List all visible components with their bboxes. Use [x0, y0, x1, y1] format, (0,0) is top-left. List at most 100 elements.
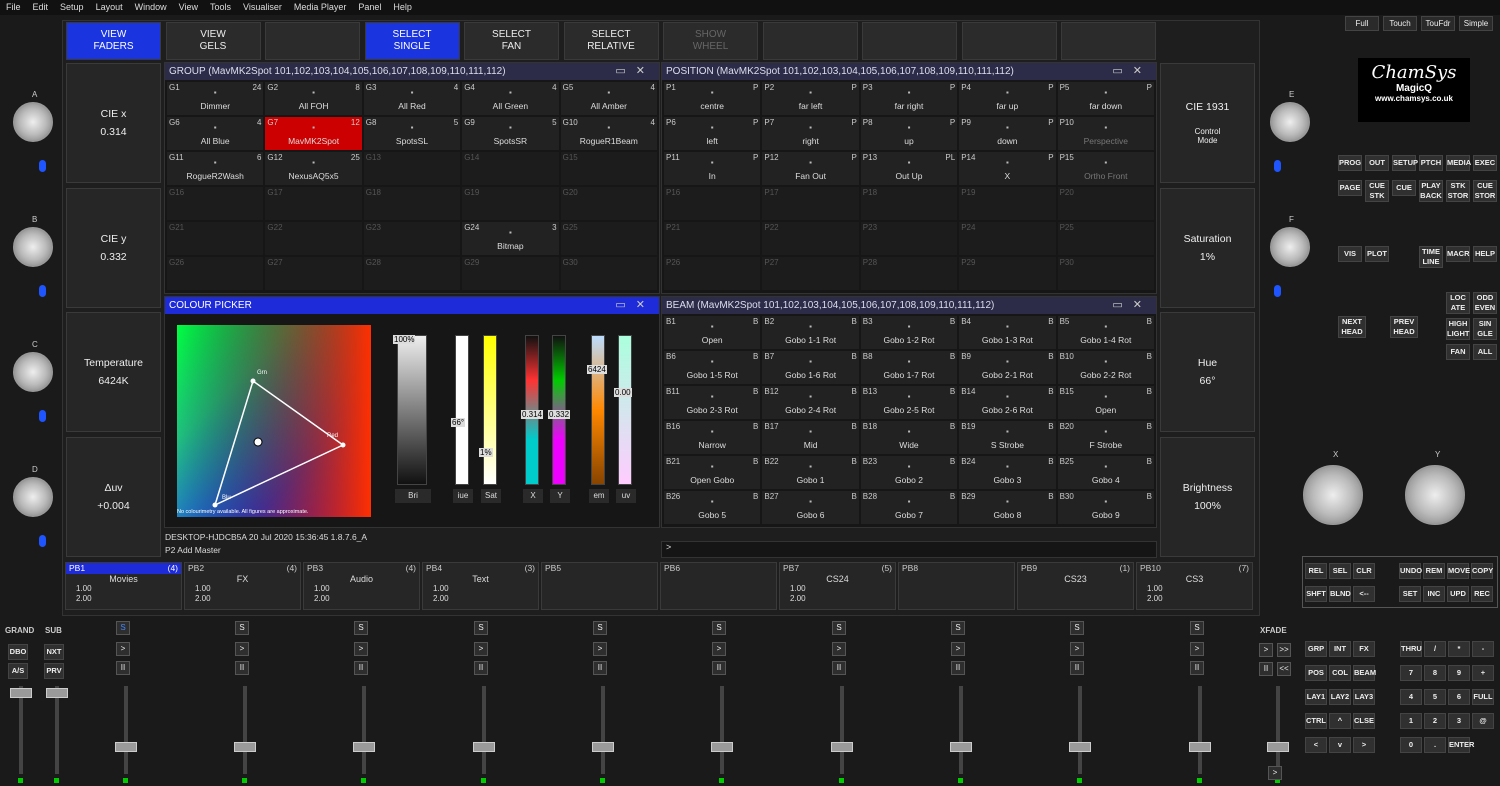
command-line[interactable]: >: [661, 541, 1157, 558]
group-cell[interactable]: G13: [363, 152, 461, 185]
fader-pause-button-5[interactable]: II: [474, 661, 488, 675]
attr-key-14[interactable]: >: [1353, 737, 1375, 753]
group-window-window-controls[interactable]: ▭✕: [615, 63, 655, 80]
fader-track-3[interactable]: [243, 686, 247, 774]
fader-pause-button-4[interactable]: II: [354, 661, 368, 675]
beam-cell[interactable]: B2 B ▪ Gobo 1-1 Rot: [762, 316, 859, 349]
fader-s-button-10[interactable]: S: [1070, 621, 1084, 635]
fader-knob-2[interactable]: [115, 742, 137, 752]
top-button-2[interactable]: VIEW GELS: [165, 22, 261, 60]
position-cell[interactable]: P7 P ▪ right: [762, 117, 859, 150]
group-cell[interactable]: G4 4 ▪ All Green: [462, 82, 559, 115]
beam-cell[interactable]: B28 B ▪ Gobo 7: [860, 491, 958, 524]
top-button-4[interactable]: SELECT SINGLE: [364, 22, 460, 60]
group-cell[interactable]: G9 5 ▪ SpotsSR: [462, 117, 559, 150]
fader-knob-6[interactable]: [592, 742, 614, 752]
group-cell[interactable]: G8 5 ▪ SpotsSL: [363, 117, 461, 150]
fader-knob-9[interactable]: [950, 742, 972, 752]
edit4-key-3[interactable]: REC: [1471, 586, 1493, 602]
master-key-3[interactable]: PRV: [44, 663, 64, 679]
top-button-1[interactable]: VIEW FADERS: [66, 22, 161, 60]
numpad-key-3[interactable]: -: [1472, 641, 1494, 657]
position-cell[interactable]: P22: [762, 222, 859, 255]
position-cell[interactable]: P27: [762, 257, 859, 290]
numpad-key-18[interactable]: ENTER: [1448, 737, 1474, 753]
fader-go-button-4[interactable]: >: [354, 642, 368, 656]
encoder-y-knob[interactable]: [1405, 465, 1465, 525]
xfade-go-button[interactable]: >: [1268, 766, 1282, 780]
fader-go-button-6[interactable]: >: [593, 642, 607, 656]
attr-key-3[interactable]: POS: [1305, 665, 1327, 681]
numpad-key-6[interactable]: 9: [1448, 665, 1470, 681]
edit4-key-0[interactable]: SET: [1399, 586, 1421, 602]
fader-s-button-3[interactable]: S: [235, 621, 249, 635]
fader-knob-0[interactable]: [10, 688, 32, 698]
position-cell[interactable]: P8 P ▪ up: [860, 117, 958, 150]
right-encoder-1[interactable]: CIE 1931 Control Mode: [1160, 63, 1255, 183]
fader-s-button-11[interactable]: S: [1190, 621, 1204, 635]
beam-cell[interactable]: B1 B ▪ Open: [664, 316, 761, 349]
position-cell[interactable]: P10 ▪ Perspective: [1057, 117, 1154, 150]
beam-cell[interactable]: B5 B ▪ Gobo 1-4 Rot: [1057, 316, 1154, 349]
group-cell[interactable]: G2 8 ▪ All FOH: [265, 82, 362, 115]
attr-key-2[interactable]: FX: [1353, 641, 1375, 657]
beam-cell[interactable]: B7 B ▪ Gobo 1-6 Rot: [762, 351, 859, 384]
edit2-key-0[interactable]: SHFT: [1305, 586, 1327, 602]
slider-uv[interactable]: [618, 335, 632, 485]
group-cell[interactable]: G21: [167, 222, 264, 255]
fader-s-button-2[interactable]: S: [116, 621, 130, 635]
fader-pause-button-3[interactable]: II: [235, 661, 249, 675]
left-encoder-3[interactable]: Temperature 6424K: [66, 312, 161, 432]
menu-item-panel[interactable]: Panel: [352, 0, 387, 15]
beam-cell[interactable]: B12 B ▪ Gobo 2-4 Rot: [762, 386, 859, 419]
numpad-key-16[interactable]: 0: [1400, 737, 1422, 753]
row2-key-2[interactable]: CUE: [1392, 180, 1416, 196]
right-encoder-3[interactable]: Hue 66°: [1160, 312, 1255, 432]
beam-cell[interactable]: B3 B ▪ Gobo 1-2 Rot: [860, 316, 958, 349]
position-cell[interactable]: P28: [860, 257, 958, 290]
fader-pause-button-7[interactable]: II: [712, 661, 726, 675]
colour-picker-window-window-controls[interactable]: ▭✕: [615, 297, 655, 314]
group-cell[interactable]: G28: [363, 257, 461, 290]
position-cell[interactable]: P26: [664, 257, 761, 290]
encoder-d-knob[interactable]: [13, 477, 53, 517]
master-key-2[interactable]: A/S: [8, 663, 28, 679]
master-key-0[interactable]: DBO: [8, 644, 28, 660]
numpad-key-0[interactable]: THRU: [1400, 641, 1422, 657]
position-cell[interactable]: P3 P ▪ far right: [860, 82, 958, 115]
row2-key-4[interactable]: STK STOR: [1446, 180, 1470, 202]
fader-knob-8[interactable]: [831, 742, 853, 752]
group-cell[interactable]: G20: [560, 187, 657, 220]
numpad-key-9[interactable]: 5: [1424, 689, 1446, 705]
locate-key-3[interactable]: SIN GLE: [1473, 318, 1497, 340]
locate-key-1[interactable]: ODD EVEN: [1473, 292, 1497, 314]
prev-head-key[interactable]: PREV HEAD: [1390, 316, 1418, 338]
row3-key-0[interactable]: VIS: [1338, 246, 1362, 262]
beam-cell[interactable]: B13 B ▪ Gobo 2-5 Rot: [860, 386, 958, 419]
group-cell[interactable]: G26: [167, 257, 264, 290]
edit4-key-2[interactable]: UPD: [1447, 586, 1469, 602]
row2-key-0[interactable]: PAGE: [1338, 180, 1362, 196]
fader-pause-button-9[interactable]: II: [951, 661, 965, 675]
position-cell[interactable]: P24: [959, 222, 1056, 255]
row3-key-4[interactable]: MACR: [1446, 246, 1470, 262]
beam-cell[interactable]: B20 B ▪ F Strobe: [1057, 421, 1154, 454]
playback-5[interactable]: PB5: [541, 562, 658, 610]
playback-3[interactable]: PB3 (4) Audio 1.00 2.00: [303, 562, 420, 610]
beam-cell[interactable]: B26 B ▪ Gobo 5: [664, 491, 761, 524]
group-cell[interactable]: G6 4 ▪ All Blue: [167, 117, 264, 150]
group-cell[interactable]: G5 4 ▪ All Amber: [560, 82, 657, 115]
fader-s-button-5[interactable]: S: [474, 621, 488, 635]
position-cell[interactable]: P20: [1057, 187, 1154, 220]
row3-key-3[interactable]: TIME LINE: [1419, 246, 1443, 268]
group-cell[interactable]: G19: [462, 187, 559, 220]
position-cell[interactable]: P9 P ▪ down: [959, 117, 1056, 150]
attr-key-9[interactable]: CTRL: [1305, 713, 1327, 729]
numpad-key-2[interactable]: *: [1448, 641, 1470, 657]
attr-key-10[interactable]: ^: [1329, 713, 1351, 729]
row2-key-3[interactable]: PLAY BACK: [1419, 180, 1443, 202]
playback-1[interactable]: PB1 (4) Movies 1.00 2.00: [65, 562, 182, 610]
top-button-3[interactable]: [265, 22, 360, 60]
position-cell[interactable]: P13 PL ▪ Out Up: [860, 152, 958, 185]
fader-track-6[interactable]: [601, 686, 605, 774]
